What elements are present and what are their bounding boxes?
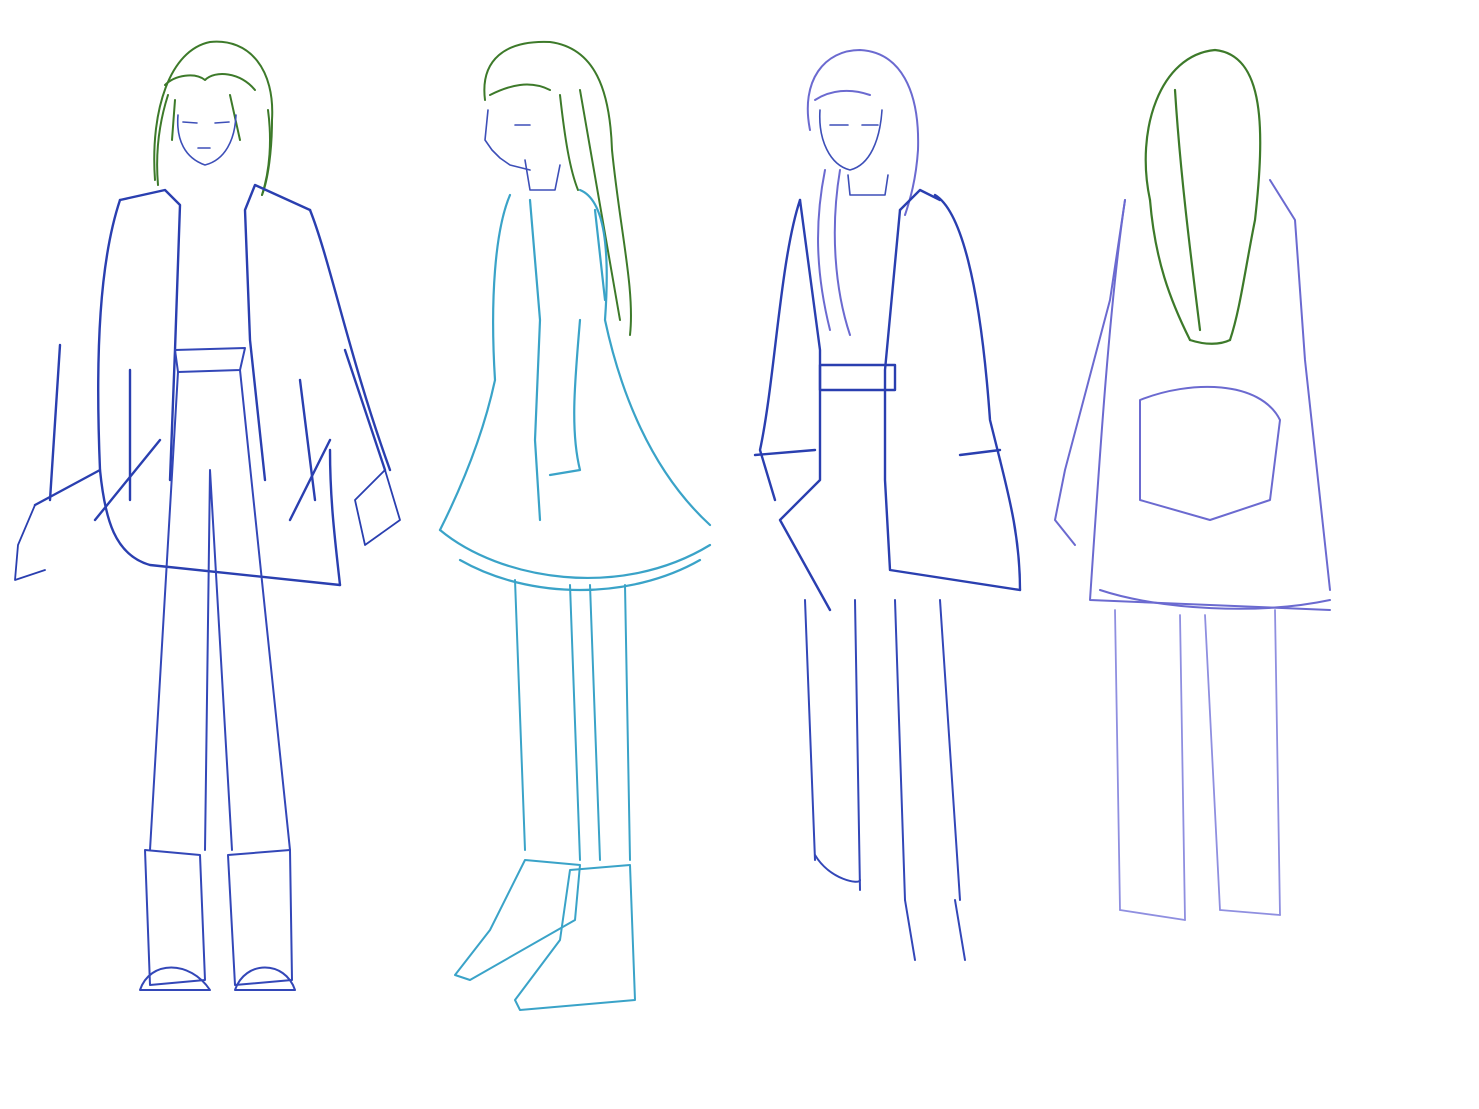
- side-legs: [454, 579, 636, 1011]
- front-hair: [153, 40, 274, 196]
- three-quarter-hair: [806, 49, 920, 336]
- side-face: [484, 109, 561, 191]
- three-quarter-coat: [753, 188, 1022, 612]
- side-coat: [438, 188, 712, 591]
- back-coat: [1054, 179, 1331, 611]
- back-view-sketch: [1054, 48, 1331, 921]
- back-legs: [1114, 609, 1281, 921]
- front-hands: [14, 469, 401, 581]
- character-turnaround-sheet: [0, 0, 1479, 1109]
- side-view-figure: [430, 0, 730, 1109]
- front-pants: [139, 347, 296, 991]
- front-view-sketch: [14, 40, 401, 991]
- three-quarter-view-figure: [720, 0, 1040, 1109]
- side-hair: [483, 40, 632, 336]
- back-hair: [1144, 48, 1262, 345]
- three-quarter-legs: [804, 599, 966, 961]
- front-face: [176, 114, 237, 166]
- three-quarter-face: [819, 109, 889, 196]
- back-view-figure: [1040, 0, 1360, 1109]
- side-view-sketch: [438, 40, 712, 1011]
- front-view-figure: [0, 0, 450, 1109]
- three-quarter-view-sketch: [753, 49, 1022, 961]
